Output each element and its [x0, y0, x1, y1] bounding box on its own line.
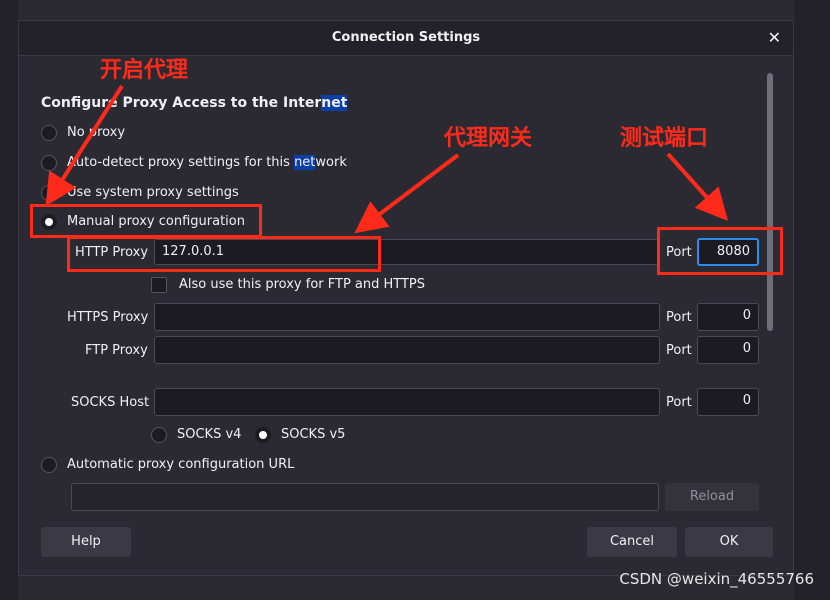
watermark: CSDN @weixin_46555766	[619, 570, 814, 588]
arrow-enable-proxy	[45, 84, 124, 207]
arrow-test-port	[666, 152, 729, 221]
annotation-arrows	[45, 84, 729, 234]
arrow-proxy-gateway	[354, 153, 460, 234]
